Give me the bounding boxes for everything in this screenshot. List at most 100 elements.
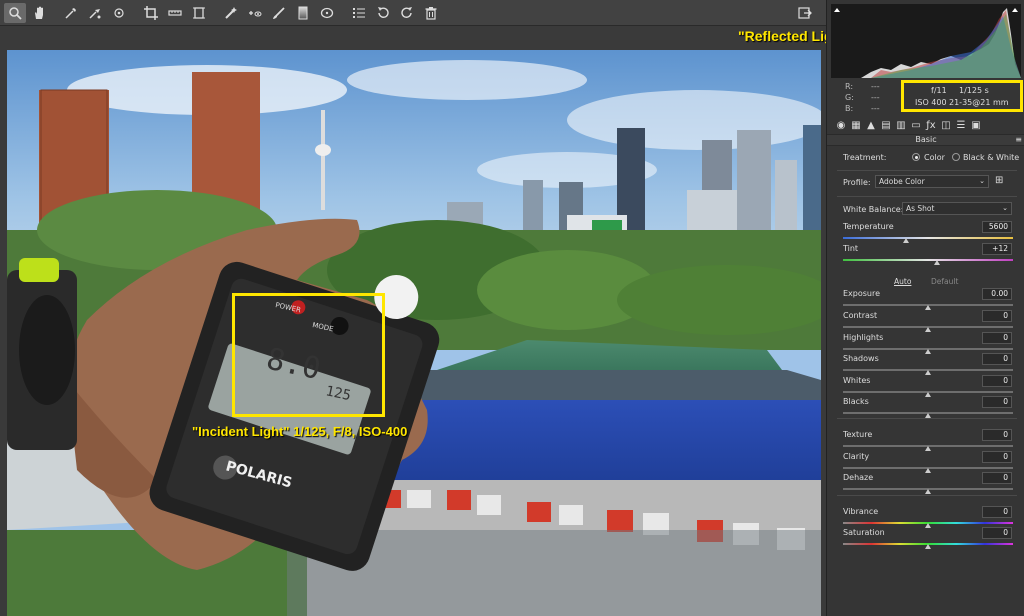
temperature-slider-thumb[interactable]: [902, 238, 909, 243]
exif-iso: ISO 400: [915, 98, 947, 107]
white-balance-label: White Balance:: [843, 205, 904, 214]
target-adjust-icon[interactable]: [108, 3, 130, 23]
basic-section-header: Basic ≡: [827, 134, 1024, 146]
section-title: Basic: [915, 135, 937, 144]
basic-tab-icon[interactable]: ◉: [835, 119, 847, 131]
exposure-label: Exposure: [843, 289, 881, 298]
r-value: ---: [871, 82, 880, 91]
red-eye-icon[interactable]: [244, 3, 266, 23]
split-toning-tab-icon[interactable]: ▥: [895, 119, 907, 131]
exposure-value-field[interactable]: 0.00: [982, 288, 1012, 300]
saturation-value-field[interactable]: 0: [982, 527, 1012, 539]
blacks-slider-thumb[interactable]: [925, 413, 931, 418]
dehaze-slider-thumb[interactable]: [925, 489, 931, 494]
incident-light-caption: "Incident Light" 1/125, F/8, ISO-400: [192, 424, 408, 439]
profile-value: Adobe Color: [879, 177, 925, 186]
temperature-slider-track[interactable]: [843, 237, 1013, 239]
presets-tab-icon[interactable]: ☰: [955, 119, 967, 131]
highlights-label: Highlights: [843, 333, 884, 342]
chevron-down-icon: ⌄: [1002, 204, 1008, 212]
white-balance-dropdown[interactable]: As Shot ⌄: [902, 202, 1012, 215]
radial-filter-icon[interactable]: [316, 3, 338, 23]
tint-slider-thumb[interactable]: [933, 260, 940, 265]
whites-slider-thumb[interactable]: [925, 392, 931, 397]
g-value: ---: [871, 93, 880, 102]
spot-removal-icon[interactable]: [220, 3, 242, 23]
saturation-label: Saturation: [843, 528, 885, 537]
treatment-bw-radio[interactable]: [952, 153, 960, 161]
profile-label: Profile:: [843, 178, 871, 187]
shadows-value-field[interactable]: 0: [982, 353, 1012, 365]
highlight-clipping-icon[interactable]: [1012, 7, 1018, 13]
texture-slider-thumb[interactable]: [925, 446, 931, 451]
contrast-label: Contrast: [843, 311, 878, 320]
tone-curve-tab-icon[interactable]: ▦: [850, 119, 862, 131]
temperature-value-field[interactable]: 5600: [982, 221, 1012, 233]
tint-value-field[interactable]: +12: [982, 243, 1012, 255]
vibrance-value-field[interactable]: 0: [982, 506, 1012, 518]
preferences-icon[interactable]: [348, 3, 370, 23]
dehaze-value-field[interactable]: 0: [982, 472, 1012, 484]
detail-tab-icon[interactable]: ▲: [865, 119, 877, 131]
tint-label: Tint: [843, 244, 859, 253]
brush-icon[interactable]: [268, 3, 290, 23]
incident-highlight-box: [232, 293, 385, 417]
calibration-tab-icon[interactable]: ◫: [940, 119, 952, 131]
shadows-label: Shadows: [843, 354, 879, 363]
highlights-slider-thumb[interactable]: [925, 349, 931, 354]
panel-menu-icon[interactable]: ≡: [1015, 135, 1022, 144]
b-label: B:: [845, 104, 854, 113]
profile-dropdown[interactable]: Adobe Color ⌄: [875, 175, 989, 188]
blacks-label: Blacks: [843, 397, 869, 406]
zoom-icon[interactable]: [4, 2, 26, 23]
shadow-clipping-icon[interactable]: [834, 7, 840, 13]
saturation-slider-thumb[interactable]: [925, 544, 931, 549]
vibrance-label: Vibrance: [843, 507, 879, 516]
contrast-slider-thumb[interactable]: [925, 327, 931, 332]
texture-label: Texture: [843, 430, 873, 439]
clarity-value-field[interactable]: 0: [982, 451, 1012, 463]
color-sampler-icon[interactable]: [84, 3, 106, 23]
graduated-filter-icon[interactable]: [292, 3, 314, 23]
readout-area: R: --- G: --- B: --- f/11 1/125 s ISO 40…: [831, 78, 1023, 118]
transform-icon[interactable]: [188, 3, 210, 23]
blacks-value-field[interactable]: 0: [982, 396, 1012, 408]
chevron-down-icon: ⌄: [979, 177, 985, 185]
exposure-slider-thumb[interactable]: [925, 305, 931, 310]
treatment-color-radio[interactable]: [912, 153, 920, 161]
temperature-label: Temperature: [843, 222, 894, 231]
whites-value-field[interactable]: 0: [982, 375, 1012, 387]
straighten-icon[interactable]: [164, 3, 186, 23]
rotate-right-icon[interactable]: [396, 3, 418, 23]
toolbar: [0, 0, 826, 26]
shadows-slider-thumb[interactable]: [925, 370, 931, 375]
default-link[interactable]: Default: [931, 277, 958, 286]
lens-tab-icon[interactable]: ▭: [910, 119, 922, 131]
treatment-bw-label: Black & White: [963, 153, 1020, 162]
r-label: R:: [845, 82, 854, 91]
highlights-value-field[interactable]: 0: [982, 332, 1012, 344]
snapshots-tab-icon[interactable]: ▣: [970, 119, 982, 131]
whites-label: Whites: [843, 376, 871, 385]
texture-value-field[interactable]: 0: [982, 429, 1012, 441]
rotate-left-icon[interactable]: [372, 3, 394, 23]
auto-link[interactable]: Auto: [894, 277, 911, 286]
trash-icon[interactable]: [420, 3, 442, 23]
crop-icon[interactable]: [140, 3, 162, 23]
profile-browser-icon[interactable]: ⊞: [995, 175, 1007, 187]
effects-tab-icon[interactable]: ƒx: [925, 119, 937, 131]
b-value: ---: [871, 104, 880, 113]
exif-highlight-box: [901, 80, 1023, 112]
white-balance-value: As Shot: [906, 204, 935, 213]
image-canvas[interactable]: POWER MODE 8.0 125 POLARIS "Incident Lig…: [0, 27, 826, 616]
camera-raw-window: POWER MODE 8.0 125 POLARIS "Incident Lig…: [0, 0, 1024, 616]
tint-slider-track[interactable]: [843, 259, 1013, 261]
panel-tabs: ◉ ▦ ▲ ▤ ▥ ▭ ƒx ◫ ☰ ▣: [831, 118, 1021, 132]
hsl-tab-icon[interactable]: ▤: [880, 119, 892, 131]
clarity-slider-thumb[interactable]: [925, 468, 931, 473]
open-object-icon[interactable]: [794, 3, 816, 23]
hand-icon[interactable]: [28, 3, 50, 23]
white-balance-icon[interactable]: [60, 3, 82, 23]
contrast-value-field[interactable]: 0: [982, 310, 1012, 322]
vibrance-slider-thumb[interactable]: [925, 523, 931, 528]
